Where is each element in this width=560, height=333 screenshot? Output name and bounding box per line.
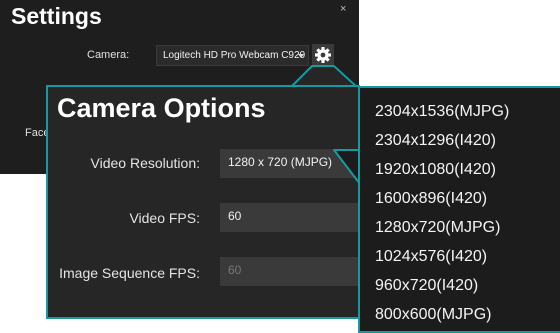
resolution-option[interactable]: 1600x896(I420): [375, 184, 560, 213]
resolution-option[interactable]: 1024x576(I420): [375, 242, 560, 271]
resolution-option[interactable]: 1280x720(MJPG): [375, 213, 560, 242]
resolution-dropdown-list: 2304x1536(MJPG) 2304x1296(I420) 1920x108…: [358, 86, 560, 333]
resolution-option[interactable]: 1920x1080(I420): [375, 155, 560, 184]
resolution-option[interactable]: 2304x1296(I420): [375, 126, 560, 155]
resolution-option[interactable]: 800x600(MJPG): [375, 300, 560, 329]
resolution-option[interactable]: 2304x1536(MJPG): [375, 97, 560, 126]
resolution-option[interactable]: 960x720(I420): [375, 271, 560, 300]
